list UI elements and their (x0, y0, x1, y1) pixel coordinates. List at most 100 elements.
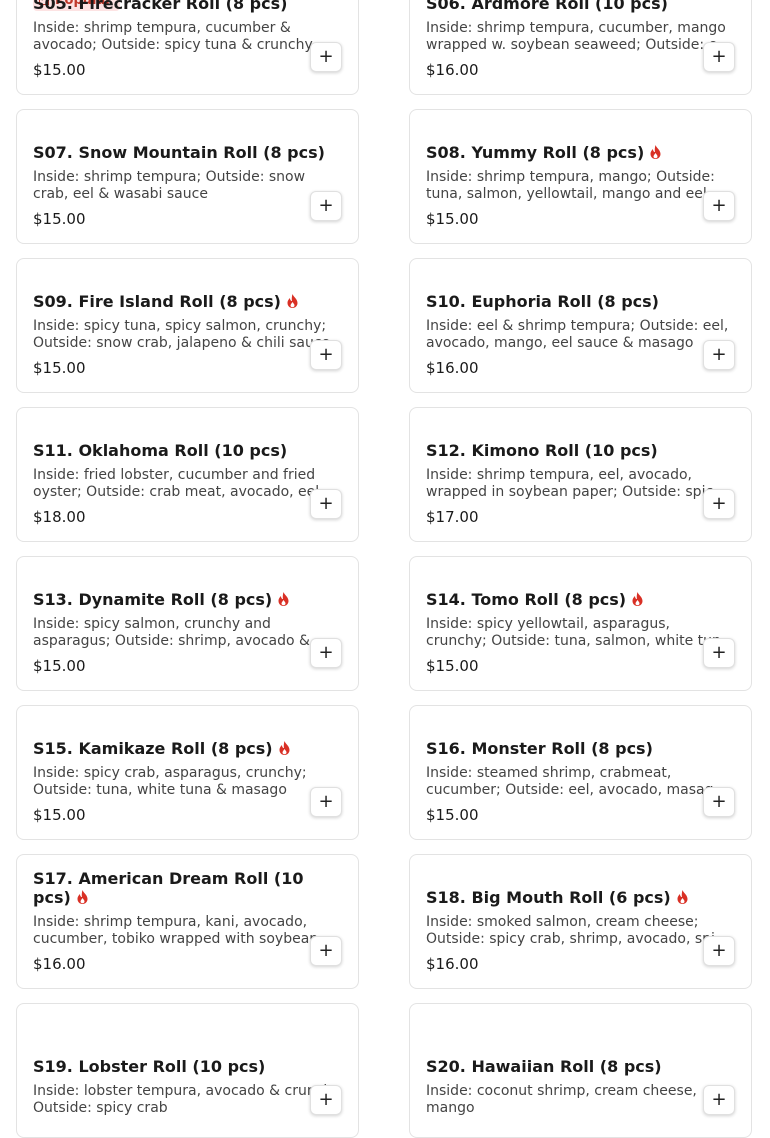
menu-item-description: Inside: shrimp tempura, kani, avocado, c… (33, 914, 319, 947)
menu-item-price: $16.00 (33, 955, 86, 973)
menu-item-card[interactable]: S10. Euphoria Roll (8 pcs) Inside: eel & … (409, 258, 752, 393)
menu-item-name: Hawaiian Roll (8 pcs) (471, 1057, 662, 1076)
menu-item-card[interactable]: S17. American Dream Roll (10 pcs) Inside:… (16, 854, 359, 989)
add-to-cart-button[interactable]: + (703, 1085, 735, 1115)
add-to-cart-button[interactable]: + (310, 1085, 342, 1115)
add-to-cart-button[interactable]: + (310, 936, 342, 966)
menu-item-code: S11. (33, 441, 73, 460)
menu-item-title: S07. Snow Mountain Roll (8 pcs) (33, 143, 342, 162)
add-to-cart-button[interactable]: + (310, 489, 342, 519)
menu-item-content: S08. Yummy Roll (8 pcs) Inside: shrimp te… (426, 143, 735, 229)
menu-item-code: S07. (33, 143, 73, 162)
menu-item-code: S13. (33, 590, 73, 609)
menu-item-card[interactable]: S11. Oklahoma Roll (10 pcs) Inside: fried… (16, 407, 359, 542)
menu-item-description: Inside: smoked salmon, cream cheese; Out… (426, 914, 731, 947)
menu-item-card[interactable]: S14. Tomo Roll (8 pcs) Inside: spicy yell… (409, 556, 752, 691)
menu-item-title: S10. Euphoria Roll (8 pcs) (426, 292, 735, 311)
add-to-cart-button[interactable]: + (310, 638, 342, 668)
menu-item-card[interactable]: S15. Kamikaze Roll (8 pcs) Inside: spicy … (16, 705, 359, 840)
menu-item-card[interactable]: S07. Snow Mountain Roll (8 pcs) Inside: s… (16, 109, 359, 244)
menu-item-content: S18. Big Mouth Roll (6 pcs) Inside: smoke… (426, 888, 735, 974)
menu-item-code: S17. (33, 869, 73, 888)
menu-item-code: S18. (426, 888, 466, 907)
add-to-cart-button[interactable]: + (703, 638, 735, 668)
spicy-flame-icon (279, 741, 290, 755)
menu-item-name: Tomo Roll (8 pcs) (471, 590, 627, 609)
menu-item-content: S20. Hawaiian Roll (8 pcs) Inside: coconu… (426, 1057, 735, 1123)
menu-item-name: Ardmore Roll (10 pcs) (471, 0, 668, 13)
add-to-cart-button[interactable]: + (703, 191, 735, 221)
menu-item-title: S19. Lobster Roll (10 pcs) (33, 1057, 342, 1076)
menu-item-name: Kimono Roll (10 pcs) (471, 441, 658, 460)
menu-item-card[interactable]: S20. Hawaiian Roll (8 pcs) Inside: coconu… (409, 1003, 752, 1138)
add-to-cart-button[interactable]: + (310, 42, 342, 72)
spicy-flame-icon (77, 890, 88, 904)
add-to-cart-button[interactable]: + (703, 787, 735, 817)
menu-item-title: S06. Ardmore Roll (10 pcs) (426, 0, 735, 13)
menu-item-price: $15.00 (426, 657, 479, 675)
menu-item-price: $15.00 (426, 806, 479, 824)
menu-item-card[interactable]: S09. Fire Island Roll (8 pcs) Inside: spi… (16, 258, 359, 393)
menu-item-price: $15.00 (33, 657, 86, 675)
menu-item-content: S14. Tomo Roll (8 pcs) Inside: spicy yell… (426, 590, 735, 676)
menu-item-description: Inside: spicy crab, asparagus, crunchy; … (33, 765, 307, 798)
menu-item-code: S10. (426, 292, 466, 311)
menu-item-title: S17. American Dream Roll (10 pcs) (33, 869, 342, 907)
menu-item-price: $15.00 (33, 806, 86, 824)
menu-item-card[interactable]: S13. Dynamite Roll (8 pcs) Inside: spicy … (16, 556, 359, 691)
menu-item-card[interactable]: S18. Big Mouth Roll (6 pcs) Inside: smoke… (409, 854, 752, 989)
menu-item-name: Kamikaze Roll (8 pcs) (78, 739, 273, 758)
menu-item-title: S14. Tomo Roll (8 pcs) (426, 590, 735, 609)
add-to-cart-button[interactable]: + (703, 340, 735, 370)
menu-item-name: Euphoria Roll (8 pcs) (471, 292, 659, 311)
menu-item-title: S09. Fire Island Roll (8 pcs) (33, 292, 342, 311)
menu-item-card[interactable]: S19. Lobster Roll (10 pcs) Inside: lobste… (16, 1003, 359, 1138)
menu-item-price: $15.00 (426, 210, 479, 228)
menu-item-card[interactable]: S12. Kimono Roll (10 pcs) Inside: shrimp … (409, 407, 752, 542)
add-to-cart-button[interactable]: + (310, 191, 342, 221)
menu-item-code: S05. (33, 0, 73, 13)
menu-item-description: Inside: coconut shrimp, cream cheese, ma… (426, 1083, 697, 1116)
menu-item-content: S09. Fire Island Roll (8 pcs) Inside: spi… (33, 292, 342, 378)
add-to-cart-button[interactable]: + (703, 42, 735, 72)
menu-item-code: S14. (426, 590, 466, 609)
menu-item-title: S13. Dynamite Roll (8 pcs) (33, 590, 342, 609)
menu-item-code: S20. (426, 1057, 466, 1076)
menu-item-description: Inside: shrimp tempura, cucumber & avoca… (33, 20, 313, 53)
menu-item-description: Inside: spicy tuna, spicy salmon, crunch… (33, 318, 331, 351)
menu-item-content: S19. Lobster Roll (10 pcs) Inside: lobste… (33, 1057, 342, 1123)
menu-item-content: S13. Dynamite Roll (8 pcs) Inside: spicy … (33, 590, 342, 676)
menu-item-description: Inside: shrimp tempura; Outside: snow cr… (33, 169, 306, 202)
menu-item-name: Oklahoma Roll (10 pcs) (78, 441, 288, 460)
menu-item-description: Inside: shrimp tempura, mango; Outside: … (426, 169, 715, 202)
menu-item-content: S06. Ardmore Roll (10 pcs) Inside: shrimp… (426, 0, 735, 80)
spicy-flame-icon (278, 592, 289, 606)
add-to-cart-button[interactable]: + (310, 787, 342, 817)
menu-item-card[interactable]: S16. Monster Roll (8 pcs) Inside: steamed… (409, 705, 752, 840)
menu-item-price: $16.00 (426, 359, 479, 377)
spicy-flame-icon (287, 294, 298, 308)
menu-item-name: Dynamite Roll (8 pcs) (78, 590, 273, 609)
menu-item-description: Inside: steamed shrimp, crabmeat, cucumb… (426, 765, 723, 798)
add-to-cart-button[interactable]: + (703, 489, 735, 519)
menu-item-content: S12. Kimono Roll (10 pcs) Inside: shrimp … (426, 441, 735, 527)
menu-item-code: S06. (426, 0, 466, 13)
add-to-cart-button[interactable]: + (310, 340, 342, 370)
menu-item-price: $15.00 (33, 359, 86, 377)
menu-item-name: Yummy Roll (8 pcs) (471, 143, 645, 162)
menu-item-card[interactable]: Popular S05. Firecracker Roll (8 pcs) Insi… (16, 0, 359, 95)
menu-item-content: S16. Monster Roll (8 pcs) Inside: steamed… (426, 739, 735, 825)
add-to-cart-button[interactable]: + (703, 936, 735, 966)
menu-item-code: S12. (426, 441, 466, 460)
menu-item-price: $16.00 (426, 61, 479, 79)
menu-item-name: Firecracker Roll (8 pcs) (78, 0, 288, 13)
menu-item-title: S20. Hawaiian Roll (8 pcs) (426, 1057, 735, 1076)
menu-item-card[interactable]: S08. Yummy Roll (8 pcs) Inside: shrimp te… (409, 109, 752, 244)
menu-item-card[interactable]: S06. Ardmore Roll (10 pcs) Inside: shrimp… (409, 0, 752, 95)
menu-item-description: Inside: shrimp tempura, eel, avocado, wr… (426, 467, 721, 500)
menu-item-name: Big Mouth Roll (6 pcs) (471, 888, 671, 907)
menu-item-code: S16. (426, 739, 466, 758)
menu-item-name: Fire Island Roll (8 pcs) (78, 292, 281, 311)
menu-item-content: S10. Euphoria Roll (8 pcs) Inside: eel & … (426, 292, 735, 378)
menu-item-title: S12. Kimono Roll (10 pcs) (426, 441, 735, 460)
